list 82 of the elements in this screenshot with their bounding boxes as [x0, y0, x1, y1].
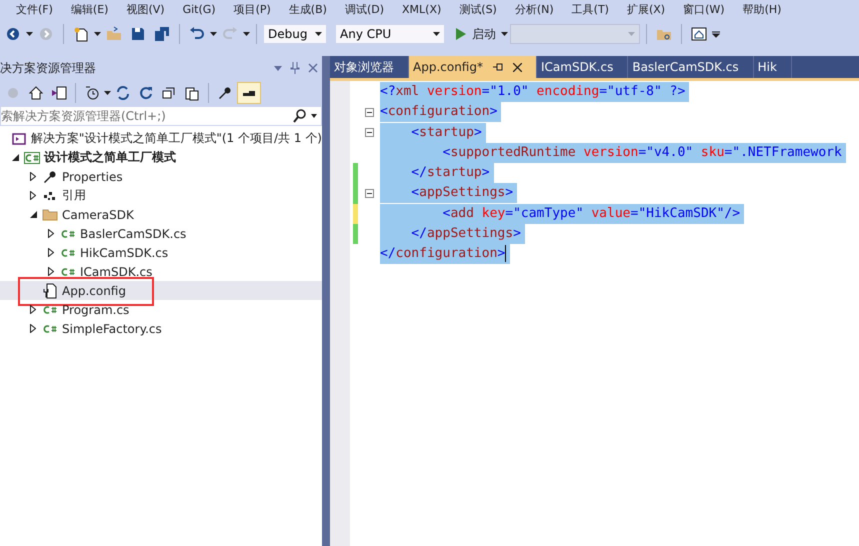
wrench-icon [217, 85, 233, 101]
home-icon [691, 26, 707, 42]
menu-item[interactable]: Git(G) [182, 2, 216, 16]
home-icon [28, 85, 44, 101]
caret-icon[interactable] [501, 32, 508, 36]
folder-icon [106, 26, 122, 42]
collapse-icon[interactable] [364, 108, 374, 117]
refresh-icon [138, 85, 154, 101]
expand-icon[interactable] [48, 267, 54, 276]
tree-item[interactable]: 设计模式之简单工厂模式 [0, 148, 322, 167]
tree-item[interactable]: SimpleFactory.cs [0, 319, 322, 338]
redo-icon [222, 26, 238, 42]
tree-item[interactable]: App.config [0, 281, 322, 300]
tree-item[interactable]: BaslerCamSDK.cs [0, 224, 322, 243]
collapse-all-icon [161, 85, 177, 101]
sync-icon [115, 85, 131, 101]
caret-icon[interactable] [94, 32, 101, 36]
dropdown-icon[interactable] [274, 66, 282, 70]
panel-title: 决方案资源管理器 [0, 60, 96, 76]
switch-views-icon [51, 85, 67, 101]
expand-icon[interactable] [48, 229, 54, 238]
menu-item[interactable]: 文件(F) [16, 2, 53, 16]
csharp-project-icon [24, 150, 40, 166]
menu-item[interactable]: 视图(V) [126, 2, 165, 16]
menu-item[interactable]: XML(X) [402, 2, 442, 16]
pin-icon[interactable] [492, 63, 503, 71]
menu-item[interactable]: 生成(B) [288, 2, 327, 16]
collapse-icon[interactable] [364, 128, 374, 138]
expand-icon[interactable] [48, 248, 54, 257]
menu-item[interactable]: 调试(D) [344, 2, 384, 16]
menu-item[interactable]: 分析(N) [514, 2, 554, 16]
tree-item[interactable]: CameraSDK [0, 205, 322, 224]
solution-icon [10, 130, 27, 146]
new-file-icon [73, 26, 89, 42]
caret-icon[interactable] [315, 32, 322, 36]
wrench-icon [42, 168, 58, 184]
caret-icon [311, 114, 317, 118]
save-all-icon [154, 26, 170, 42]
collapse-icon[interactable] [364, 189, 374, 198]
folder-icon [42, 206, 58, 222]
configuration-dropdown[interactable]: Debug [263, 24, 327, 44]
tree-item[interactable]: Properties [0, 167, 322, 186]
menu-item[interactable]: 项目(P) [234, 2, 271, 16]
caret-icon[interactable] [243, 32, 250, 36]
menu-item[interactable]: 扩展(X) [626, 2, 666, 16]
collapse-icon[interactable] [12, 154, 18, 161]
undo-icon [189, 26, 205, 42]
caret-icon[interactable] [433, 32, 440, 36]
config-file-icon [42, 282, 58, 298]
tree-item[interactable]: Program.cs [0, 300, 322, 319]
search-field[interactable]: 索解决方案资源管理器(Ctrl+;) [1, 109, 293, 123]
overflow-icon[interactable] [712, 30, 720, 38]
play-icon [456, 28, 466, 40]
editor-tab[interactable]: App.config* [409, 56, 537, 78]
save-icon [130, 26, 146, 42]
menu-item[interactable]: 测试(S) [459, 2, 497, 16]
tree-item[interactable]: HikCamSDK.cs [0, 243, 322, 262]
search-box[interactable]: 索解决方案资源管理器(Ctrl+;) [0, 106, 322, 126]
platform-dropdown[interactable]: Any CPU [335, 24, 445, 44]
clock-icon [84, 85, 100, 101]
menu-item[interactable]: 工具(T) [572, 2, 609, 16]
menu-item[interactable]: 窗口(W) [683, 2, 725, 16]
caret-icon[interactable] [210, 32, 217, 36]
expand-icon[interactable] [30, 191, 36, 200]
tree-item[interactable]: 解决方案"设计模式之简单工厂模式"(1 个项目/共 1 个) [0, 129, 322, 148]
search-icon [293, 109, 307, 123]
menu-item[interactable]: 帮助(H) [742, 2, 782, 16]
expand-icon[interactable] [30, 172, 36, 181]
tree-item[interactable]: 引用 [0, 186, 322, 205]
caret-icon[interactable] [26, 32, 33, 36]
caret-icon[interactable] [104, 91, 111, 95]
collapse-icon[interactable] [30, 211, 36, 218]
preview-toggle-button[interactable] [237, 82, 261, 104]
files-icon [184, 85, 200, 101]
start-button[interactable]: 启动 [453, 24, 499, 44]
tree-item[interactable]: ICamSDK.cs [0, 262, 322, 281]
expand-icon[interactable] [30, 324, 36, 333]
back-circle-icon [5, 85, 21, 101]
caret-icon [628, 32, 635, 36]
expand-icon[interactable] [30, 305, 36, 314]
close-icon[interactable] [512, 62, 522, 72]
menu-item[interactable]: 编辑(E) [70, 2, 108, 16]
